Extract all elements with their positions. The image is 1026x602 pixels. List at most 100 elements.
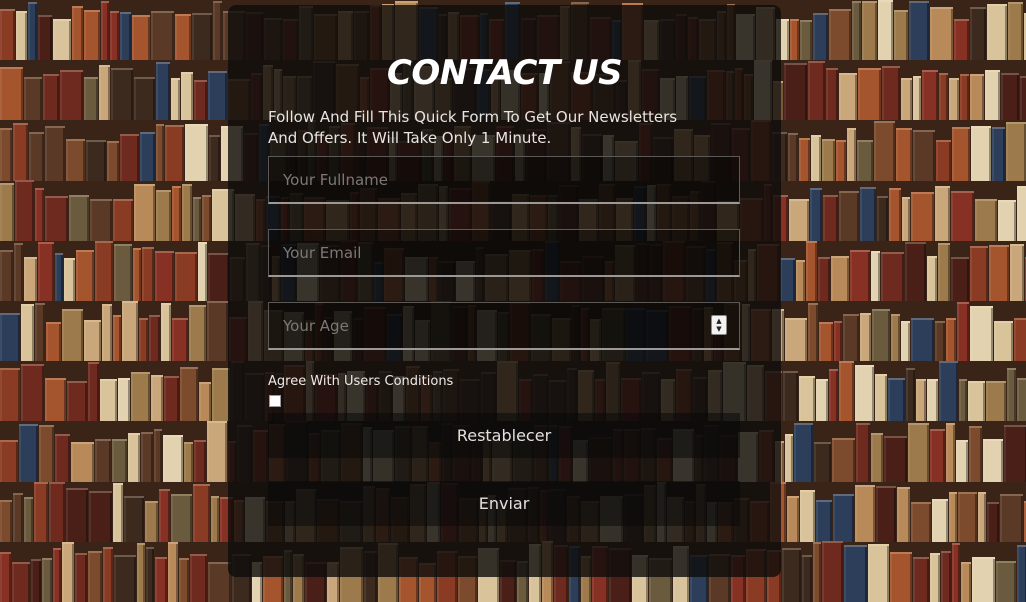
book-spine — [75, 553, 87, 602]
book-spine — [142, 246, 154, 301]
book-spine — [112, 439, 127, 482]
book-spine — [935, 185, 950, 241]
book-spine — [84, 77, 98, 121]
book-spine — [46, 321, 61, 362]
book-spine — [208, 71, 227, 121]
book-spine — [905, 241, 926, 301]
book-spine — [860, 186, 876, 241]
book-spine — [939, 73, 948, 121]
reset-button[interactable]: Restablecer — [268, 413, 740, 458]
book-spine — [175, 13, 191, 61]
book-spine — [101, 0, 109, 61]
book-spine — [855, 484, 875, 542]
book-spine — [194, 440, 206, 482]
book-spine — [800, 20, 812, 61]
book-spine — [134, 183, 155, 241]
book-spine — [799, 137, 810, 181]
age-input[interactable] — [268, 302, 740, 350]
book-spine — [1008, 1, 1023, 61]
book-spine — [811, 135, 821, 181]
book-spine — [813, 541, 821, 602]
age-stepper[interactable]: ▲ ▼ — [711, 315, 727, 335]
book-spine — [951, 191, 974, 241]
book-spine — [86, 139, 106, 181]
book-spine — [151, 11, 174, 61]
book-spine — [810, 188, 822, 241]
book-spine — [906, 368, 915, 422]
book-spine — [796, 260, 805, 301]
book-spine — [822, 138, 835, 181]
submit-button[interactable]: Enviar — [268, 481, 740, 526]
book-spine — [38, 242, 54, 301]
book-spine — [69, 195, 89, 241]
book-spine — [90, 199, 112, 241]
page-title: CONTACT US — [386, 53, 623, 93]
book-spine — [194, 80, 207, 121]
book-spine — [818, 257, 830, 301]
book-spine — [211, 495, 219, 542]
stepper-up-icon[interactable]: ▲ — [716, 317, 721, 325]
book-spine — [55, 252, 63, 301]
book-spine — [868, 544, 889, 602]
book-spine — [35, 187, 44, 241]
agree-conditions-checkbox[interactable] — [269, 395, 281, 407]
book-spine — [834, 321, 842, 362]
book-spine — [213, 0, 222, 61]
book-spine — [31, 559, 41, 602]
book-spine — [930, 7, 953, 61]
book-spine — [156, 61, 170, 121]
book-spine — [21, 303, 34, 362]
book-spine — [67, 380, 87, 422]
book-spine — [958, 492, 977, 542]
book-spine — [800, 490, 815, 542]
book-spine — [113, 198, 133, 241]
book-spine — [802, 555, 812, 602]
book-spine — [823, 195, 838, 241]
book-spine — [45, 126, 65, 181]
book-spine — [787, 495, 799, 542]
book-spine — [42, 557, 52, 602]
book-spine — [182, 183, 192, 241]
book-spine — [207, 300, 228, 362]
book-spine — [72, 6, 83, 61]
book-spine — [847, 128, 856, 181]
book-spine — [133, 248, 141, 301]
book-spine — [922, 69, 938, 121]
book-spine — [110, 11, 119, 61]
email-input[interactable] — [268, 229, 740, 277]
book-spine — [171, 77, 180, 121]
book-spine — [872, 308, 890, 362]
book-spine — [155, 556, 167, 602]
book-spine — [1017, 544, 1026, 602]
book-spine — [897, 487, 910, 542]
book-spine — [1020, 75, 1026, 121]
book-spine — [1006, 121, 1026, 181]
fullname-input[interactable] — [268, 156, 740, 204]
book-spine — [131, 372, 150, 422]
book-spine — [833, 493, 854, 542]
book-spine — [114, 243, 132, 301]
book-spine — [149, 315, 160, 362]
book-spine — [45, 378, 66, 422]
book-spine — [957, 301, 969, 362]
book-spine — [122, 300, 138, 362]
book-spine — [788, 133, 798, 181]
book-spine — [95, 439, 111, 482]
book-spine — [181, 72, 193, 121]
book-spine — [62, 542, 74, 602]
stepper-down-icon[interactable]: ▼ — [716, 325, 721, 333]
book-spine — [0, 551, 11, 602]
book-spine — [913, 75, 921, 121]
book-spine — [34, 482, 48, 542]
book-spine — [16, 11, 27, 61]
book-spine — [927, 379, 938, 422]
book-spine — [88, 550, 102, 602]
book-spine — [172, 185, 181, 241]
book-spine — [1001, 73, 1019, 121]
book-spine — [38, 14, 52, 61]
book-spine — [15, 180, 34, 241]
book-spine — [111, 68, 133, 121]
book-spine — [1004, 424, 1026, 482]
book-spine — [875, 373, 887, 422]
book-spine — [913, 557, 929, 602]
